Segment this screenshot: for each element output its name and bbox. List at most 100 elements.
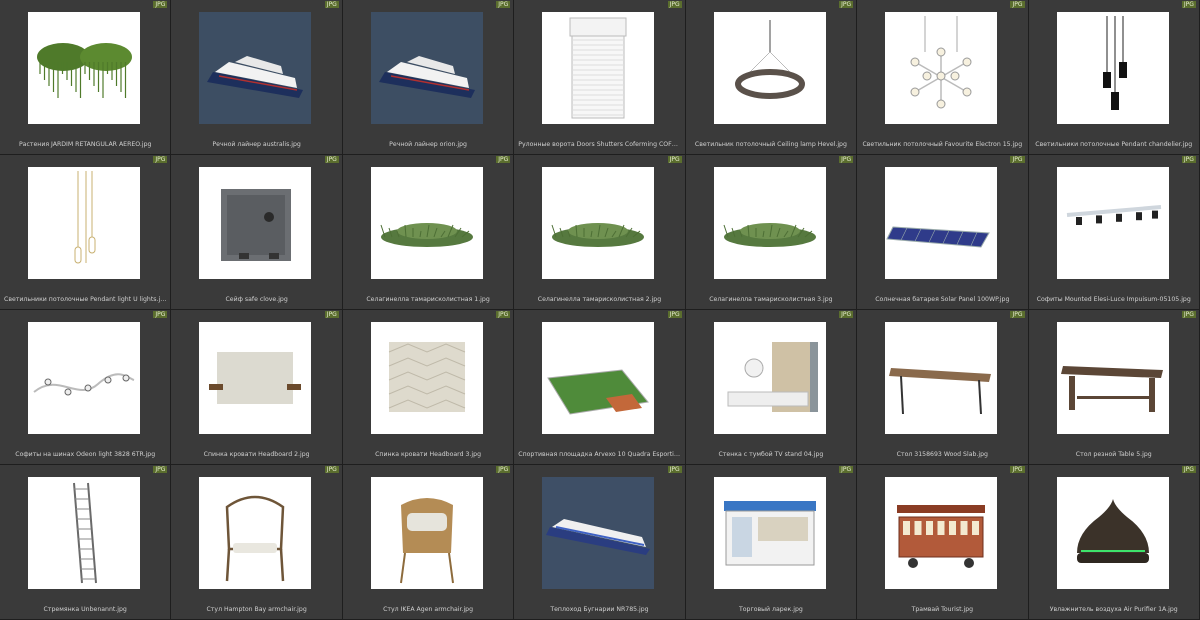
thumbnail-item[interactable]: JPG Селагинелла тамарисколистная 3.jpg (685, 155, 858, 310)
thumbnail-image[interactable] (370, 167, 483, 279)
thumbnail-item[interactable]: JPG Спинка кровати Headboard 2.jpg (171, 310, 343, 465)
filename-label: Спинка кровати Headboard 2.jpg (203, 451, 310, 458)
thumbnail-item[interactable]: JPG Стул Hampton Bay armchair.jpg (171, 465, 343, 620)
thumbnail-item[interactable]: JPG Увлажнитель воздуха Air Purifier 1A.j… (1028, 465, 1200, 620)
thumbnail-item[interactable]: JPG Сейф safe clove.jpg (171, 155, 343, 310)
file-type-badge: JPG (839, 311, 854, 318)
filename-label: Светильники потолочные Pendant chandelie… (1035, 141, 1193, 148)
thumbnail-image[interactable] (1056, 477, 1169, 589)
thumbnail-item[interactable]: JPG Светильник потолочный Ceiling lamp He… (685, 0, 858, 155)
file-type-badge: JPG (1010, 466, 1025, 473)
headboard-quilted-icon (370, 322, 483, 434)
filename-label: Сейф safe clove.jpg (225, 296, 288, 303)
filename-label: Растения JARDIM RETANGULAR AEREO.jpg (18, 141, 152, 148)
thumbnail-item[interactable]: JPG Софиты на шинах Odeon light 3828 6TR.… (0, 310, 172, 465)
thumbnail-item[interactable]: JPG Речной лайнер australis.jpg (171, 0, 343, 155)
thumbnail-image[interactable] (542, 12, 655, 124)
thumbnail-image[interactable] (713, 322, 826, 434)
chandelier-icon (885, 12, 998, 124)
thumbnail-image[interactable] (1056, 322, 1169, 434)
thumbnail-image[interactable] (28, 167, 140, 279)
filename-label: Речной лайнер australis.jpg (212, 141, 301, 148)
thumbnail-item[interactable]: JPG Спинка кровати Headboard 3.jpg (342, 310, 515, 465)
ladder-icon (28, 477, 140, 589)
slab-table-icon (885, 322, 998, 434)
thumbnail-image[interactable] (885, 322, 998, 434)
thumbnail-image[interactable] (713, 12, 826, 124)
file-type-badge: JPG (1181, 1, 1196, 8)
filename-label: Торговый ларек.jpg (738, 606, 803, 613)
thumbnail-item[interactable]: JPG Торговый ларек.jpg (685, 465, 858, 620)
file-type-badge: JPG (153, 1, 168, 8)
file-type-badge: JPG (667, 1, 682, 8)
carved-table-icon (1056, 322, 1169, 434)
thumbnail-image[interactable] (199, 167, 312, 279)
thumbnail-item[interactable]: JPG Солнечная батарея Solar Panel 100WP.j… (857, 155, 1029, 310)
thumbnail-image[interactable] (885, 12, 998, 124)
filename-label: Спинка кровати Headboard 3.jpg (375, 451, 481, 458)
thumbnail-item[interactable]: JPG Рулонные ворота Doors Shutters Coferm… (514, 0, 686, 155)
filename-label: Стол резной Table 5.jpg (1075, 451, 1152, 458)
file-type-badge: JPG (1010, 156, 1025, 163)
thumbnail-item[interactable]: JPG Трамвай Tourist.jpg (857, 465, 1029, 620)
file-type-badge: JPG (324, 156, 339, 163)
thumbnail-item[interactable]: JPG Речной лайнер orion.jpg (342, 0, 515, 155)
solar-panel-icon (885, 167, 998, 279)
filename-label: Увлажнитель воздуха Air Purifier 1A.jpg (1049, 606, 1178, 613)
thumbnail-image[interactable] (713, 477, 826, 589)
thumbnail-item[interactable]: JPG Селагинелла тамарисколистная 2.jpg (514, 155, 686, 310)
thumbnail-image[interactable] (542, 477, 655, 589)
file-type-badge: JPG (324, 466, 339, 473)
thumbnail-image[interactable] (370, 477, 483, 589)
file-type-badge: JPG (839, 1, 854, 8)
thumbnail-image[interactable] (542, 322, 655, 434)
thumbnail-item[interactable]: JPG Селагинелла тамарисколистная 1.jpg (342, 155, 515, 310)
thumbnail-item[interactable]: JPG Стремянка Unbenannt.jpg (0, 465, 172, 620)
cruise-ship-icon (199, 12, 312, 124)
thumbnail-image[interactable] (370, 12, 483, 124)
filename-label: Селагинелла тамарисколистная 1.jpg (366, 296, 490, 303)
thumbnail-item[interactable]: JPG Стол 3158693 Wood Slab.jpg (857, 310, 1029, 465)
shrub-icon (542, 167, 655, 279)
track-spotlights-icon (1056, 167, 1169, 279)
filename-label: Рулонные ворота Doors Shutters Coferming… (518, 141, 681, 148)
file-type-badge: JPG (839, 156, 854, 163)
shrub-icon (370, 167, 483, 279)
tram-icon (885, 477, 998, 589)
thumbnail-image[interactable] (28, 322, 140, 434)
thumbnail-image[interactable] (1056, 12, 1169, 124)
thumbnail-item[interactable]: JPG Светильники потолочные Pendant chande… (1028, 0, 1200, 155)
ring-lamp-icon (713, 12, 826, 124)
thumbnail-item[interactable]: JPG Теплоход Бугнарии NR785.jpg (514, 465, 686, 620)
thumbnail-item[interactable]: JPG Растения JARDIM RETANGULAR AEREO.jpg (0, 0, 172, 155)
thumbnail-item[interactable]: JPG Светильники потолочные Pendant light … (0, 155, 172, 310)
hanging-plants-icon (28, 12, 140, 124)
thumbnail-image[interactable] (885, 477, 998, 589)
roller-shutter-icon (542, 12, 655, 124)
thumbnail-item[interactable]: JPG Стенка с тумбой TV stand 04.jpg (685, 310, 858, 465)
filename-label: Стенка с тумбой TV stand 04.jpg (718, 451, 824, 458)
curved-track-lights-icon (28, 322, 140, 434)
thumbnail-image[interactable] (199, 12, 312, 124)
thumbnail-image[interactable] (713, 167, 826, 279)
filename-label: Речной лайнер orion.jpg (389, 141, 467, 148)
thumbnail-image[interactable] (1056, 167, 1169, 279)
thumbnail-image[interactable] (28, 12, 140, 124)
file-type-badge: JPG (153, 156, 168, 163)
thumbnail-item[interactable]: JPG Стул IKEA Agen armchair.jpg (342, 465, 515, 620)
thumbnail-image[interactable] (199, 477, 312, 589)
thumbnail-item[interactable]: JPG Стол резной Table 5.jpg (1028, 310, 1200, 465)
file-type-badge: JPG (1181, 156, 1196, 163)
thumbnail-image[interactable] (885, 167, 998, 279)
thumbnail-image[interactable] (28, 477, 140, 589)
thumbnail-item[interactable]: JPG Софиты Mounted Elesi-Luce Impuisum-05… (1028, 155, 1200, 310)
thumbnail-image[interactable] (199, 322, 312, 434)
thumbnail-image[interactable] (542, 167, 655, 279)
thumbnail-item[interactable]: JPG Светильник потолочный Favourite Elect… (857, 0, 1029, 155)
filename-label: Стул Hampton Bay armchair.jpg (206, 606, 307, 613)
filename-label: Селагинелла тамарисколистная 3.jpg (709, 296, 833, 303)
thumbnail-item[interactable]: JPG Спортивная площадка Arvexo 10 Quadra … (514, 310, 686, 465)
thumbnail-image[interactable] (370, 322, 483, 434)
file-type-badge: JPG (839, 466, 854, 473)
tv-stand-icon (713, 322, 826, 434)
